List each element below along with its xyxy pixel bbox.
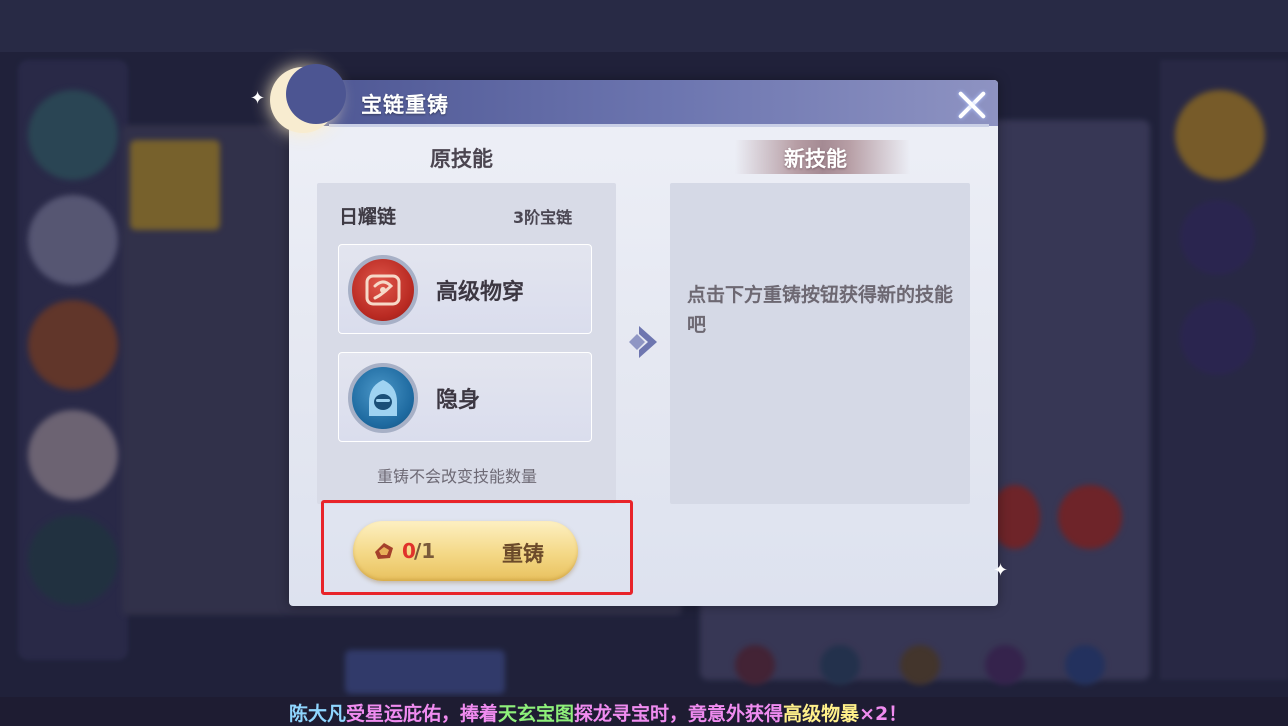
new-skill-hint: 点击下方重铸按钮获得新的技能吧 [687,284,954,336]
broadcast-segment: 受星运庇佑，捧着 [346,703,499,725]
broadcast-segment: 陈大凡 [289,703,347,725]
close-button[interactable] [946,82,998,128]
armor-pierce-icon [348,255,418,325]
reforge-note: 重铸不会改变技能数量 [377,467,538,486]
skill-card[interactable]: 高级物穿 [338,244,592,334]
skill-card[interactable]: 隐身 [338,352,592,442]
broadcast-segment: 高级物暴 [783,703,860,725]
reforge-button-label: 重铸 [502,542,544,566]
skill-name: 高级物穿 [436,280,525,305]
broadcast-message: 陈大凡受星运庇佑，捧着天玄宝图探龙寻宝时，竟意外获得高级物暴×2！ [289,699,907,726]
bird-icon: ✦ [250,88,266,109]
reforge-stone-icon [375,543,393,559]
stealth-hood-icon [348,363,418,433]
new-skills-title: 新技能 [784,147,847,171]
broadcast-bar: 陈大凡受星运庇佑，捧着天玄宝图探龙寻宝时，竟意外获得高级物暴×2！ [0,697,1288,726]
broadcast-segment: 探龙寻宝时，竟意外获得 [574,703,784,725]
bird-icon: ✦ [993,560,1009,581]
skill-name: 隐身 [436,388,481,413]
header-divider [329,124,989,127]
original-skills-title: 原技能 [430,147,493,171]
original-skills-panel [317,183,616,504]
chain-name: 日耀链 [339,206,397,228]
new-skills-panel [670,183,970,504]
dialog-title: 宝链重铸 [361,93,449,117]
moon-shadow [286,64,346,124]
chain-tier: 3阶宝链 [513,208,573,227]
chevron-right-icon [629,326,657,358]
broadcast-segment: 天玄宝图 [498,703,575,725]
reforge-button[interactable]: 0 /1 重铸 [353,521,578,581]
cost-required: /1 [414,539,436,563]
broadcast-segment: ×2！ [859,703,908,725]
close-icon [944,77,1001,134]
